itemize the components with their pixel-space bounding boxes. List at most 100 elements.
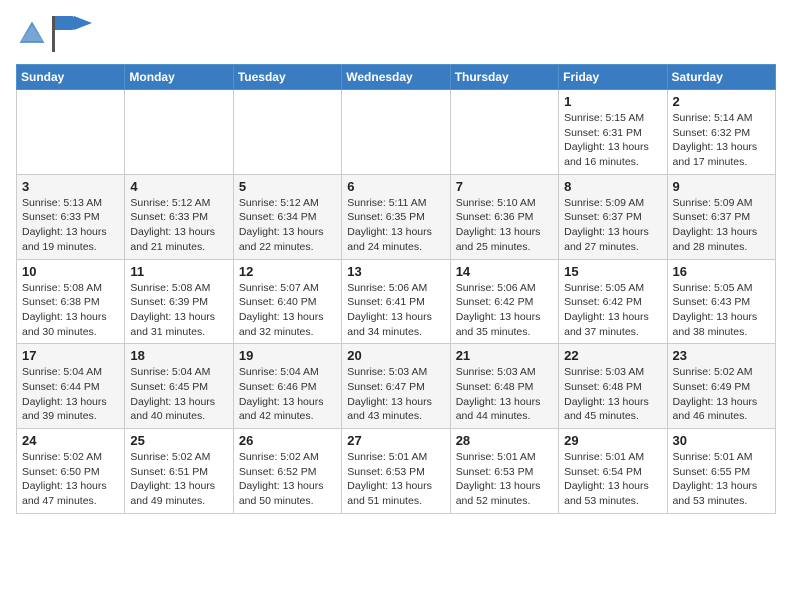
day-number: 20 <box>347 348 444 363</box>
day-number: 17 <box>22 348 119 363</box>
header-cell-tuesday: Tuesday <box>233 65 341 90</box>
header-row: SundayMondayTuesdayWednesdayThursdayFrid… <box>17 65 776 90</box>
day-number: 25 <box>130 433 227 448</box>
day-cell: 11 Sunrise: 5:08 AM Sunset: 6:39 PM Dayli… <box>125 259 233 344</box>
day-info: Sunrise: 5:04 AM Sunset: 6:45 PM Dayligh… <box>130 365 227 424</box>
day-number: 8 <box>564 179 661 194</box>
day-info: Sunrise: 5:11 AM Sunset: 6:35 PM Dayligh… <box>347 196 444 255</box>
day-info: Sunrise: 5:02 AM Sunset: 6:49 PM Dayligh… <box>673 365 770 424</box>
day-cell: 5Sunrise: 5:12 AM Sunset: 6:34 PM Daylig… <box>233 174 341 259</box>
day-info: Sunrise: 5:14 AM Sunset: 6:32 PM Dayligh… <box>673 111 770 170</box>
day-number: 19 <box>239 348 336 363</box>
day-info: Sunrise: 5:03 AM Sunset: 6:48 PM Dayligh… <box>456 365 553 424</box>
day-cell: 7 Sunrise: 5:10 AM Sunset: 6:36 PM Daylig… <box>450 174 558 259</box>
day-number: 7 <box>456 179 553 194</box>
day-cell: 12 Sunrise: 5:07 AM Sunset: 6:40 PM Dayli… <box>233 259 341 344</box>
day-cell: 25 Sunrise: 5:02 AM Sunset: 6:51 PM Dayli… <box>125 429 233 514</box>
day-cell: 24Sunrise: 5:02 AM Sunset: 6:50 PM Dayli… <box>17 429 125 514</box>
day-cell: 27 Sunrise: 5:01 AM Sunset: 6:53 PM Dayli… <box>342 429 450 514</box>
day-number: 10 <box>22 264 119 279</box>
day-cell: 6 Sunrise: 5:11 AM Sunset: 6:35 PM Daylig… <box>342 174 450 259</box>
day-cell <box>342 90 450 175</box>
day-info: Sunrise: 5:04 AM Sunset: 6:46 PM Dayligh… <box>239 365 336 424</box>
logo-flag-icon <box>52 16 92 52</box>
day-cell: 23 Sunrise: 5:02 AM Sunset: 6:49 PM Dayli… <box>667 344 775 429</box>
header-cell-monday: Monday <box>125 65 233 90</box>
day-cell: 29Sunrise: 5:01 AM Sunset: 6:54 PM Dayli… <box>559 429 667 514</box>
week-row-2: 10 Sunrise: 5:08 AM Sunset: 6:38 PM Dayli… <box>17 259 776 344</box>
day-cell: 1 Sunrise: 5:15 AM Sunset: 6:31 PM Daylig… <box>559 90 667 175</box>
day-info: Sunrise: 5:08 AM Sunset: 6:39 PM Dayligh… <box>130 281 227 340</box>
day-number: 28 <box>456 433 553 448</box>
day-info: Sunrise: 5:13 AM Sunset: 6:33 PM Dayligh… <box>22 196 119 255</box>
day-cell: 2 Sunrise: 5:14 AM Sunset: 6:32 PM Daylig… <box>667 90 775 175</box>
day-info: Sunrise: 5:02 AM Sunset: 6:52 PM Dayligh… <box>239 450 336 509</box>
day-cell: 9Sunrise: 5:09 AM Sunset: 6:37 PM Daylig… <box>667 174 775 259</box>
week-row-4: 24Sunrise: 5:02 AM Sunset: 6:50 PM Dayli… <box>17 429 776 514</box>
day-cell: 18Sunrise: 5:04 AM Sunset: 6:45 PM Dayli… <box>125 344 233 429</box>
header-cell-wednesday: Wednesday <box>342 65 450 90</box>
day-cell <box>17 90 125 175</box>
day-info: Sunrise: 5:01 AM Sunset: 6:53 PM Dayligh… <box>347 450 444 509</box>
day-cell <box>233 90 341 175</box>
logo <box>16 16 96 52</box>
day-number: 6 <box>347 179 444 194</box>
day-number: 23 <box>673 348 770 363</box>
day-number: 4 <box>130 179 227 194</box>
day-number: 26 <box>239 433 336 448</box>
day-cell: 17 Sunrise: 5:04 AM Sunset: 6:44 PM Dayli… <box>17 344 125 429</box>
day-info: Sunrise: 5:01 AM Sunset: 6:54 PM Dayligh… <box>564 450 661 509</box>
day-cell: 3 Sunrise: 5:13 AM Sunset: 6:33 PM Daylig… <box>17 174 125 259</box>
header-cell-sunday: Sunday <box>17 65 125 90</box>
day-info: Sunrise: 5:10 AM Sunset: 6:36 PM Dayligh… <box>456 196 553 255</box>
day-cell: 22Sunrise: 5:03 AM Sunset: 6:48 PM Dayli… <box>559 344 667 429</box>
day-number: 2 <box>673 94 770 109</box>
day-info: Sunrise: 5:01 AM Sunset: 6:55 PM Dayligh… <box>673 450 770 509</box>
day-info: Sunrise: 5:05 AM Sunset: 6:42 PM Dayligh… <box>564 281 661 340</box>
day-number: 12 <box>239 264 336 279</box>
day-info: Sunrise: 5:08 AM Sunset: 6:38 PM Dayligh… <box>22 281 119 340</box>
week-row-0: 1 Sunrise: 5:15 AM Sunset: 6:31 PM Daylig… <box>17 90 776 175</box>
day-cell: 20Sunrise: 5:03 AM Sunset: 6:47 PM Dayli… <box>342 344 450 429</box>
day-info: Sunrise: 5:05 AM Sunset: 6:43 PM Dayligh… <box>673 281 770 340</box>
day-number: 5 <box>239 179 336 194</box>
day-number: 3 <box>22 179 119 194</box>
day-info: Sunrise: 5:12 AM Sunset: 6:33 PM Dayligh… <box>130 196 227 255</box>
day-number: 30 <box>673 433 770 448</box>
week-row-1: 3 Sunrise: 5:13 AM Sunset: 6:33 PM Daylig… <box>17 174 776 259</box>
day-cell <box>125 90 233 175</box>
day-cell: 19 Sunrise: 5:04 AM Sunset: 6:46 PM Dayli… <box>233 344 341 429</box>
calendar-header: SundayMondayTuesdayWednesdayThursdayFrid… <box>17 65 776 90</box>
day-cell: 13 Sunrise: 5:06 AM Sunset: 6:41 PM Dayli… <box>342 259 450 344</box>
header <box>16 16 776 52</box>
day-info: Sunrise: 5:04 AM Sunset: 6:44 PM Dayligh… <box>22 365 119 424</box>
day-number: 14 <box>456 264 553 279</box>
day-cell: 21Sunrise: 5:03 AM Sunset: 6:48 PM Dayli… <box>450 344 558 429</box>
day-info: Sunrise: 5:01 AM Sunset: 6:53 PM Dayligh… <box>456 450 553 509</box>
day-cell <box>450 90 558 175</box>
day-number: 13 <box>347 264 444 279</box>
day-cell: 15 Sunrise: 5:05 AM Sunset: 6:42 PM Dayli… <box>559 259 667 344</box>
day-cell: 10 Sunrise: 5:08 AM Sunset: 6:38 PM Dayli… <box>17 259 125 344</box>
day-number: 16 <box>673 264 770 279</box>
calendar: SundayMondayTuesdayWednesdayThursdayFrid… <box>16 64 776 514</box>
calendar-body: 1 Sunrise: 5:15 AM Sunset: 6:31 PM Daylig… <box>17 90 776 514</box>
day-number: 22 <box>564 348 661 363</box>
day-cell: 4 Sunrise: 5:12 AM Sunset: 6:33 PM Daylig… <box>125 174 233 259</box>
day-cell: 14Sunrise: 5:06 AM Sunset: 6:42 PM Dayli… <box>450 259 558 344</box>
day-number: 15 <box>564 264 661 279</box>
day-cell: 28 Sunrise: 5:01 AM Sunset: 6:53 PM Dayli… <box>450 429 558 514</box>
day-info: Sunrise: 5:09 AM Sunset: 6:37 PM Dayligh… <box>564 196 661 255</box>
day-number: 1 <box>564 94 661 109</box>
header-cell-friday: Friday <box>559 65 667 90</box>
header-cell-thursday: Thursday <box>450 65 558 90</box>
day-number: 11 <box>130 264 227 279</box>
day-number: 27 <box>347 433 444 448</box>
day-cell: 16 Sunrise: 5:05 AM Sunset: 6:43 PM Dayli… <box>667 259 775 344</box>
day-info: Sunrise: 5:06 AM Sunset: 6:41 PM Dayligh… <box>347 281 444 340</box>
day-info: Sunrise: 5:02 AM Sunset: 6:51 PM Dayligh… <box>130 450 227 509</box>
header-cell-saturday: Saturday <box>667 65 775 90</box>
week-row-3: 17 Sunrise: 5:04 AM Sunset: 6:44 PM Dayli… <box>17 344 776 429</box>
day-info: Sunrise: 5:15 AM Sunset: 6:31 PM Dayligh… <box>564 111 661 170</box>
day-info: Sunrise: 5:07 AM Sunset: 6:40 PM Dayligh… <box>239 281 336 340</box>
